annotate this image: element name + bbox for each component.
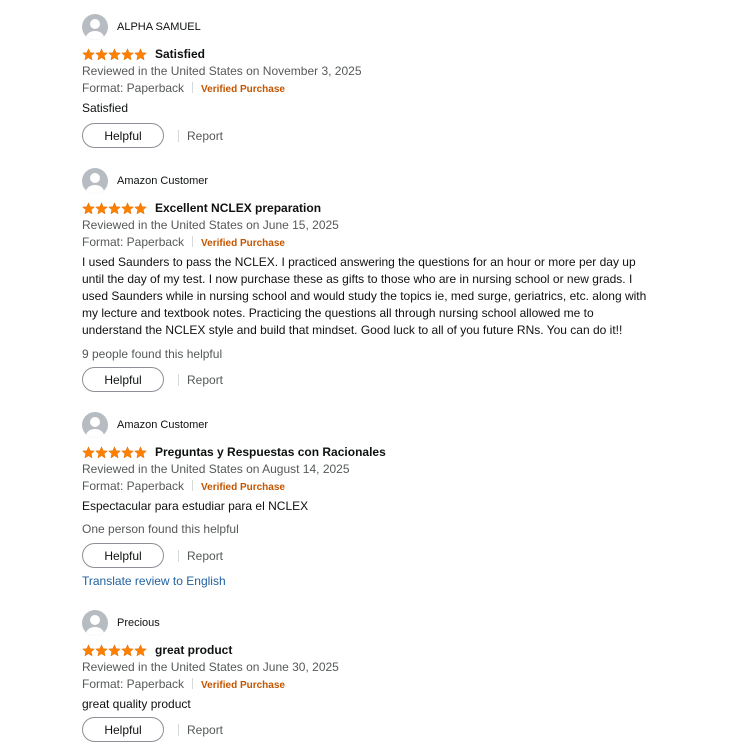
star-icon <box>134 445 147 458</box>
star-icon <box>95 643 108 656</box>
verified-purchase-badge: Verified Purchase <box>201 84 285 95</box>
divider <box>192 236 194 247</box>
divider <box>192 678 194 689</box>
format-label[interactable]: Format: Paperback <box>82 677 184 691</box>
review-1: ALPHA SAMUEL Satisfied Reviewed in the U… <box>82 14 662 148</box>
star-icon <box>134 643 147 656</box>
star-icon <box>121 445 134 458</box>
divider <box>178 129 179 142</box>
avatar-icon <box>82 412 108 438</box>
review-actions: Helpful Report <box>82 367 223 392</box>
review-date: Reviewed in the United States on Novembe… <box>82 64 362 78</box>
reviewer-profile[interactable]: Amazon Customer <box>82 412 662 438</box>
divider <box>178 723 179 736</box>
reviewer-profile[interactable]: Amazon Customer <box>82 168 662 194</box>
format-row: Format: Paperback Verified Purchase <box>82 234 662 252</box>
review-date: Reviewed in the United States on August … <box>82 462 350 476</box>
report-link[interactable]: Report <box>187 549 223 563</box>
review-body: I used Saunders to pass the NCLEX. I pra… <box>82 254 662 339</box>
star-icon <box>95 47 108 60</box>
review-body-line: understand the NCLEX style and build tha… <box>82 323 623 337</box>
review-date: Reviewed in the United States on June 30… <box>82 660 339 674</box>
review-actions: Helpful Report <box>82 123 223 148</box>
reviewer-name: Precious <box>117 617 160 629</box>
review-3: Amazon Customer Preguntas y Respuestas c… <box>82 412 662 588</box>
report-link[interactable]: Report <box>187 723 223 737</box>
translate-review-link[interactable]: Translate review to English <box>82 574 226 588</box>
avatar-icon <box>82 610 108 636</box>
format-label[interactable]: Format: Paperback <box>82 81 184 95</box>
star-icon <box>82 643 95 656</box>
review-actions: Helpful Report <box>82 543 223 568</box>
helpful-count: 9 people found this helpful <box>82 347 223 361</box>
star-rating[interactable] <box>82 445 147 459</box>
format-row: Format: Paperback Verified Purchase <box>82 478 662 496</box>
verified-purchase-badge: Verified Purchase <box>201 482 285 493</box>
report-link[interactable]: Report <box>187 129 223 143</box>
star-icon <box>108 643 121 656</box>
review-2: Amazon Customer Excellent NCLEX preparat… <box>82 168 662 392</box>
star-rating[interactable] <box>82 201 147 215</box>
helpful-count: One person found this helpful <box>82 522 239 536</box>
helpful-button[interactable]: Helpful <box>82 717 164 742</box>
verified-purchase-badge: Verified Purchase <box>201 238 285 249</box>
star-icon <box>82 47 95 60</box>
star-icon <box>82 445 95 458</box>
reviewer-name: Amazon Customer <box>117 419 209 431</box>
star-icon <box>108 201 121 214</box>
review-title[interactable]: Preguntas y Respuestas con Racionales <box>155 444 386 460</box>
reviewer-name: Amazon Customer <box>117 175 209 187</box>
review-title[interactable]: great product <box>155 642 232 658</box>
star-icon <box>121 643 134 656</box>
star-icon <box>108 445 121 458</box>
review-date: Reviewed in the United States on June 15… <box>82 218 339 232</box>
review-body: Satisfied <box>82 101 129 115</box>
format-label[interactable]: Format: Paperback <box>82 479 184 493</box>
reviewer-profile[interactable]: Precious <box>82 610 662 636</box>
review-body: Espectacular para estudiar para el NCLEX <box>82 499 309 513</box>
avatar-icon <box>82 168 108 194</box>
star-icon <box>134 201 147 214</box>
star-rating[interactable] <box>82 47 147 61</box>
format-label[interactable]: Format: Paperback <box>82 235 184 249</box>
format-row: Format: Paperback Verified Purchase <box>82 676 662 694</box>
review-body-line: I used Saunders to pass the NCLEX. I pra… <box>82 255 636 269</box>
star-icon <box>121 201 134 214</box>
divider <box>192 82 194 93</box>
review-title[interactable]: Excellent NCLEX preparation <box>155 200 321 216</box>
review-body-line: until the day of my test. I now purchase… <box>82 272 633 286</box>
reviewer-profile[interactable]: ALPHA SAMUEL <box>82 14 662 40</box>
verified-purchase-badge: Verified Purchase <box>201 680 285 691</box>
avatar-icon <box>82 14 108 40</box>
review-actions: Helpful Report <box>82 717 223 742</box>
star-icon <box>95 445 108 458</box>
helpful-button[interactable]: Helpful <box>82 367 164 392</box>
divider <box>178 549 179 562</box>
review-body: great quality product <box>82 697 191 711</box>
review-title[interactable]: Satisfied <box>155 46 205 62</box>
divider <box>178 373 179 386</box>
format-row: Format: Paperback Verified Purchase <box>82 80 662 98</box>
divider <box>192 480 194 491</box>
helpful-button[interactable]: Helpful <box>82 123 164 148</box>
report-link[interactable]: Report <box>187 373 223 387</box>
helpful-button[interactable]: Helpful <box>82 543 164 568</box>
reviewer-name: ALPHA SAMUEL <box>117 21 201 33</box>
review-4: Precious great product Reviewed in the U… <box>82 610 662 742</box>
star-icon <box>108 47 121 60</box>
review-body-line: my lecture and textbook notes. Practicin… <box>82 306 594 320</box>
star-icon <box>121 47 134 60</box>
star-rating[interactable] <box>82 643 147 657</box>
star-icon <box>95 201 108 214</box>
star-icon <box>134 47 147 60</box>
review-body-line: used Saunders while in nursing school an… <box>82 289 647 303</box>
star-icon <box>82 201 95 214</box>
